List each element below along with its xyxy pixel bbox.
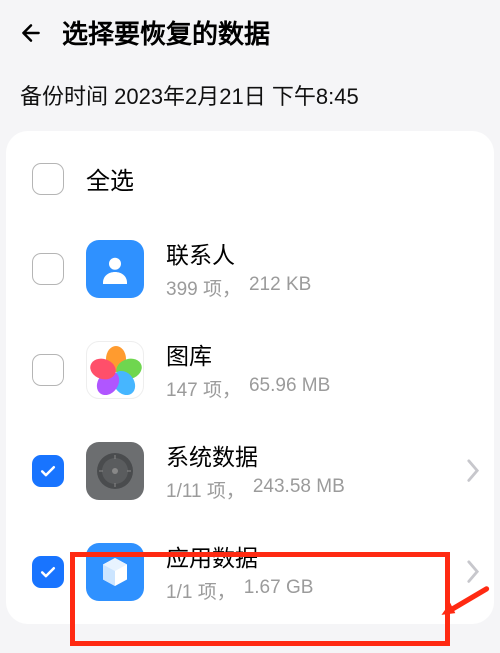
contacts-icon: [86, 240, 144, 298]
item-count: 399 项，: [166, 274, 241, 301]
item-count: 1/11 项，: [166, 476, 245, 503]
item-size: 212 KB: [249, 274, 311, 301]
item-count: 147 项，: [166, 375, 241, 402]
item-count: 1/1 项，: [166, 577, 236, 604]
back-button[interactable]: [18, 20, 44, 46]
app-data-icon: [86, 543, 144, 601]
backup-time-label: 备份时间 2023年2月21日 下午8:45: [0, 61, 500, 131]
select-all-row[interactable]: 全选: [6, 139, 494, 218]
chevron-right-icon: [466, 559, 480, 584]
item-size: 243.58 MB: [253, 476, 345, 503]
header: 选择要恢复的数据: [0, 0, 500, 61]
check-icon: [38, 562, 58, 582]
item-checkbox[interactable]: [32, 354, 64, 386]
item-subtitle: 147 项， 65.96 MB: [166, 375, 480, 402]
item-title: 系统数据: [166, 438, 444, 472]
item-checkbox[interactable]: [32, 253, 64, 285]
item-subtitle: 1/1 项， 1.67 GB: [166, 577, 444, 604]
item-title: 联系人: [166, 236, 480, 270]
item-checkbox[interactable]: [32, 556, 64, 588]
list-item[interactable]: 联系人 399 项， 212 KB: [6, 218, 494, 319]
arrow-left-icon: [18, 20, 44, 46]
page-title: 选择要恢复的数据: [62, 14, 270, 51]
item-body: 系统数据 1/11 项， 243.58 MB: [166, 438, 444, 503]
item-size: 1.67 GB: [244, 577, 314, 604]
item-subtitle: 399 项， 212 KB: [166, 274, 480, 301]
data-list-card: 全选 联系人 399 项， 212 KB 图库 147 项， 65.: [6, 131, 494, 624]
item-body: 联系人 399 项， 212 KB: [166, 236, 480, 301]
select-all-checkbox[interactable]: [32, 163, 64, 195]
select-all-label: 全选: [86, 161, 134, 196]
settings-icon: [86, 442, 144, 500]
item-size: 65.96 MB: [249, 375, 330, 402]
list-item[interactable]: 系统数据 1/11 项， 243.58 MB: [6, 420, 494, 521]
item-body: 图库 147 项， 65.96 MB: [166, 337, 480, 402]
item-subtitle: 1/11 项， 243.58 MB: [166, 476, 444, 503]
gallery-icon: [86, 341, 144, 399]
item-checkbox[interactable]: [32, 455, 64, 487]
list-item[interactable]: 图库 147 项， 65.96 MB: [6, 319, 494, 420]
chevron-right-icon: [466, 458, 480, 483]
list-item[interactable]: 应用数据 1/1 项， 1.67 GB: [6, 521, 494, 622]
item-body: 应用数据 1/1 项， 1.67 GB: [166, 539, 444, 604]
item-title: 图库: [166, 337, 480, 371]
item-title: 应用数据: [166, 539, 444, 573]
check-icon: [38, 461, 58, 481]
